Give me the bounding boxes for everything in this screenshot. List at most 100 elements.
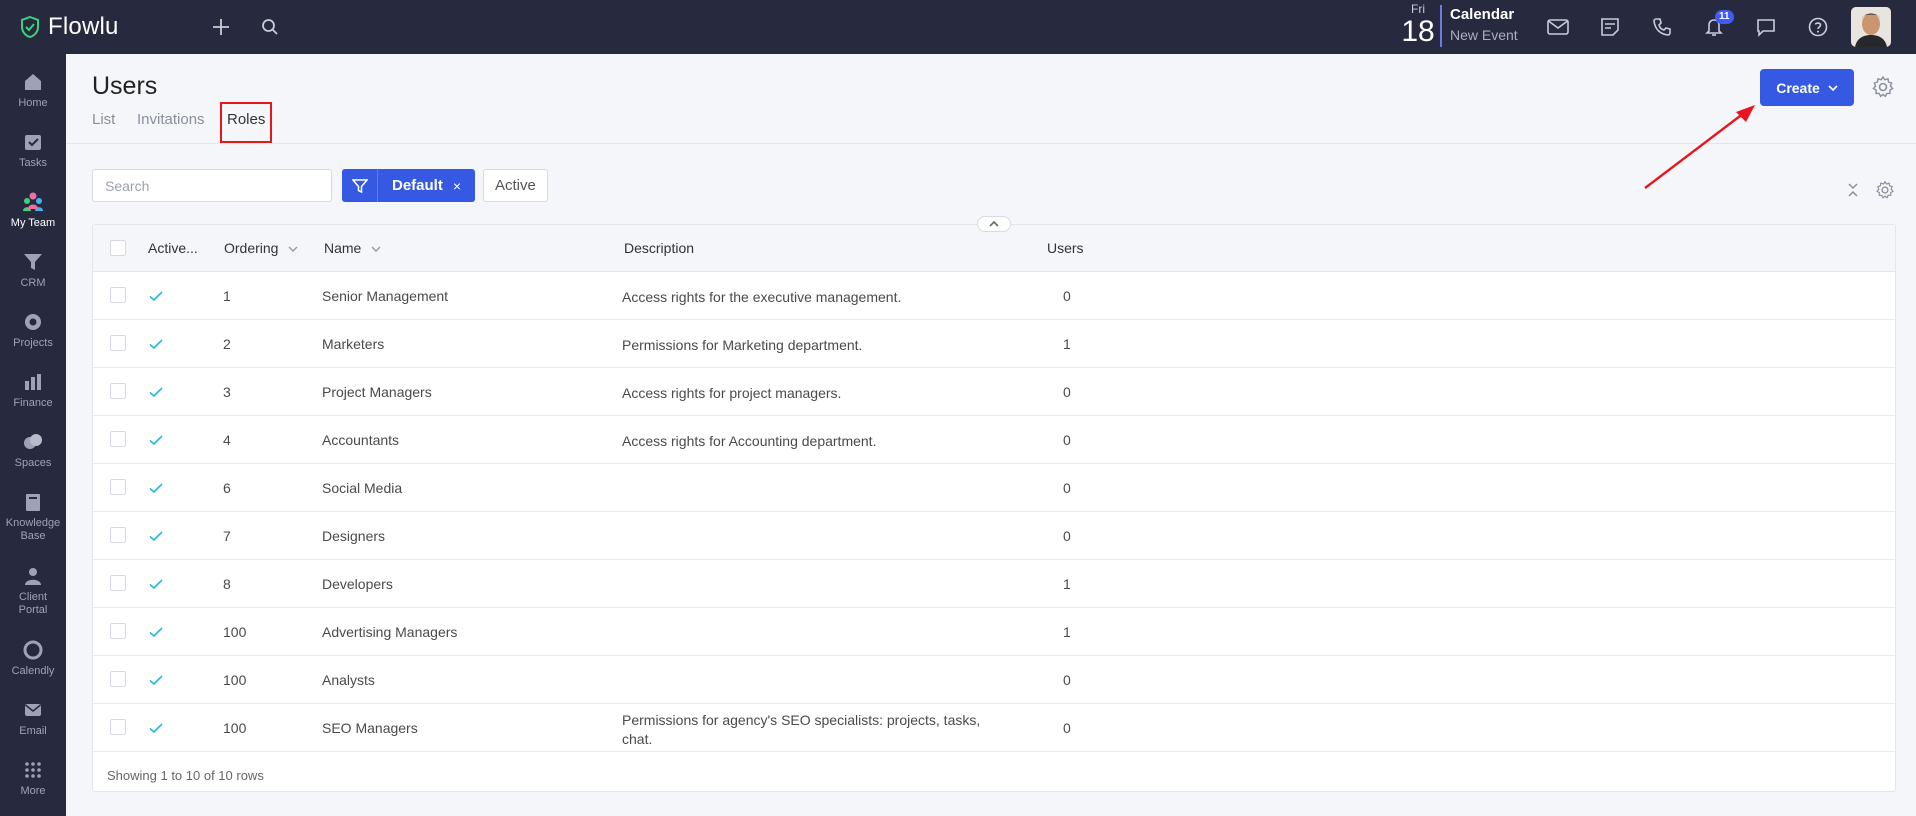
cell-ordering: 3 (223, 384, 231, 400)
check-icon (149, 291, 163, 302)
sidebar-item-label: Spaces (14, 457, 52, 469)
page-settings-button[interactable] (1871, 75, 1895, 99)
sidebar-item-home[interactable]: Home (0, 64, 66, 120)
gear-icon (1872, 75, 1894, 98)
collapse-icon (1848, 183, 1858, 197)
sidebar-item-projects[interactable]: Projects (0, 304, 66, 360)
cell-name[interactable]: SEO Managers (322, 720, 418, 736)
column-name[interactable]: Name (324, 240, 381, 256)
logo-check-icon (21, 15, 39, 39)
cell-name[interactable]: Designers (322, 528, 385, 544)
sidebar-item-label: My Team (10, 217, 56, 229)
search-input[interactable] (92, 169, 332, 202)
column-users: Users (1047, 240, 1084, 256)
table-row[interactable]: 100 Advertising Managers 1 (93, 608, 1895, 656)
filter-default-chip[interactable]: Default × (378, 169, 476, 202)
cell-users: 0 (1063, 480, 1071, 496)
chevron-down-icon (288, 246, 298, 253)
cell-name[interactable]: Analysts (322, 672, 375, 688)
cell-ordering: 100 (223, 672, 247, 688)
row-checkbox[interactable] (110, 383, 126, 399)
row-checkbox[interactable] (110, 671, 126, 687)
notes-button[interactable] (1597, 14, 1623, 40)
collapse-filters-toggle[interactable] (977, 216, 1011, 232)
row-checkbox[interactable] (110, 287, 126, 303)
column-active[interactable]: Active... (148, 240, 198, 256)
notifications-button[interactable]: 11 (1701, 10, 1734, 40)
cell-users: 0 (1063, 384, 1071, 400)
row-checkbox[interactable] (110, 479, 126, 495)
cell-description: Access rights for project managers. (622, 384, 841, 403)
calendar-date[interactable]: Fri 18 (1396, 2, 1440, 48)
table-row[interactable]: 8 Developers 1 (93, 560, 1895, 608)
description-line: Permissions for Marketing department. (622, 337, 863, 353)
row-checkbox[interactable] (110, 719, 126, 735)
sidebar-item-tasks[interactable]: Tasks (0, 124, 66, 180)
cell-name[interactable]: Social Media (322, 480, 402, 496)
row-checkbox[interactable] (110, 335, 126, 351)
description-line: chat. (622, 731, 653, 747)
cell-ordering: 2 (223, 336, 231, 352)
sidebar-item-label: Finance (13, 397, 53, 409)
sidebar-item-more[interactable]: More (0, 752, 66, 808)
table-row[interactable]: 100 SEO Managers Permissions for agency's … (93, 704, 1895, 752)
sidebar-item-client-portal[interactable]: Client Portal (0, 558, 66, 624)
cell-name[interactable]: Senior Management (322, 288, 448, 304)
filter-button[interactable] (342, 169, 378, 202)
close-icon[interactable]: × (453, 178, 461, 194)
gear-icon (1876, 180, 1894, 199)
sidebar-item-calendly[interactable]: Calendly (0, 632, 66, 688)
sidebar-item-my-team[interactable]: My Team (0, 184, 66, 240)
tab-invitations[interactable]: Invitations (137, 111, 205, 128)
cell-name[interactable]: Project Managers (322, 384, 432, 400)
collapse-rows-button[interactable] (1843, 180, 1863, 200)
calendar-day: Fri (1411, 2, 1425, 16)
help-button[interactable] (1805, 14, 1831, 40)
add-button[interactable] (208, 14, 234, 40)
cell-name[interactable]: Accountants (322, 432, 399, 448)
calendar-widget[interactable]: Calendar New Event (1450, 5, 1518, 45)
table-row[interactable]: 6 Social Media 0 (93, 464, 1895, 512)
cell-description: Permissions for agency's SEO specialists… (622, 711, 980, 749)
cell-name[interactable]: Marketers (322, 336, 384, 352)
create-label: Create (1776, 79, 1820, 96)
sidebar-item-knowledge-base[interactable]: Knowledge Base (0, 484, 66, 550)
app-logo[interactable]: Flowlu (18, 13, 119, 41)
row-checkbox[interactable] (110, 575, 126, 591)
sidebar-item-crm[interactable]: CRM (0, 244, 66, 300)
row-checkbox[interactable] (110, 431, 126, 447)
create-button[interactable]: Create (1760, 69, 1854, 106)
table-row[interactable]: 7 Designers 0 (93, 512, 1895, 560)
new-event-link[interactable]: New Event (1450, 25, 1518, 45)
table-row[interactable]: 100 Analysts 0 (93, 656, 1895, 704)
cell-users: 0 (1063, 672, 1071, 688)
mail-button[interactable] (1545, 14, 1571, 40)
table-row[interactable]: 2 Marketers Permissions for Marketing depa… (93, 320, 1895, 368)
cell-users: 1 (1063, 336, 1071, 352)
active-filter-chip[interactable]: Active (483, 169, 548, 202)
tab-list[interactable]: List (92, 111, 115, 128)
search-button[interactable] (257, 14, 283, 40)
sidebar-item-email[interactable]: Email (0, 692, 66, 748)
sidebar-item-spaces[interactable]: Spaces (0, 424, 66, 480)
table-row[interactable]: 3 Project Managers Access rights for proje… (93, 368, 1895, 416)
row-checkbox[interactable] (110, 527, 126, 543)
sidebar-item-label: Calendly (11, 665, 55, 677)
table-settings-button[interactable] (1875, 180, 1895, 200)
column-ordering[interactable]: Ordering (224, 240, 298, 256)
table-row[interactable]: 4 Accountants Access rights for Accounting… (93, 416, 1895, 464)
table-row[interactable]: 1 Senior Management Access rights for the … (93, 272, 1895, 320)
row-checkbox[interactable] (110, 623, 126, 639)
cell-name[interactable]: Developers (322, 576, 393, 592)
select-all-checkbox[interactable] (110, 240, 126, 256)
sidebar-item-label: CRM (20, 277, 46, 289)
avatar-image (1851, 7, 1891, 47)
sidebar-item-finance[interactable]: Finance (0, 364, 66, 420)
search-icon (262, 19, 278, 35)
chat-button[interactable] (1753, 14, 1779, 40)
cell-ordering: 8 (223, 576, 231, 592)
user-avatar[interactable] (1851, 7, 1891, 47)
cell-name[interactable]: Advertising Managers (322, 624, 457, 640)
cell-users: 1 (1063, 624, 1071, 640)
phone-button[interactable] (1649, 14, 1675, 40)
